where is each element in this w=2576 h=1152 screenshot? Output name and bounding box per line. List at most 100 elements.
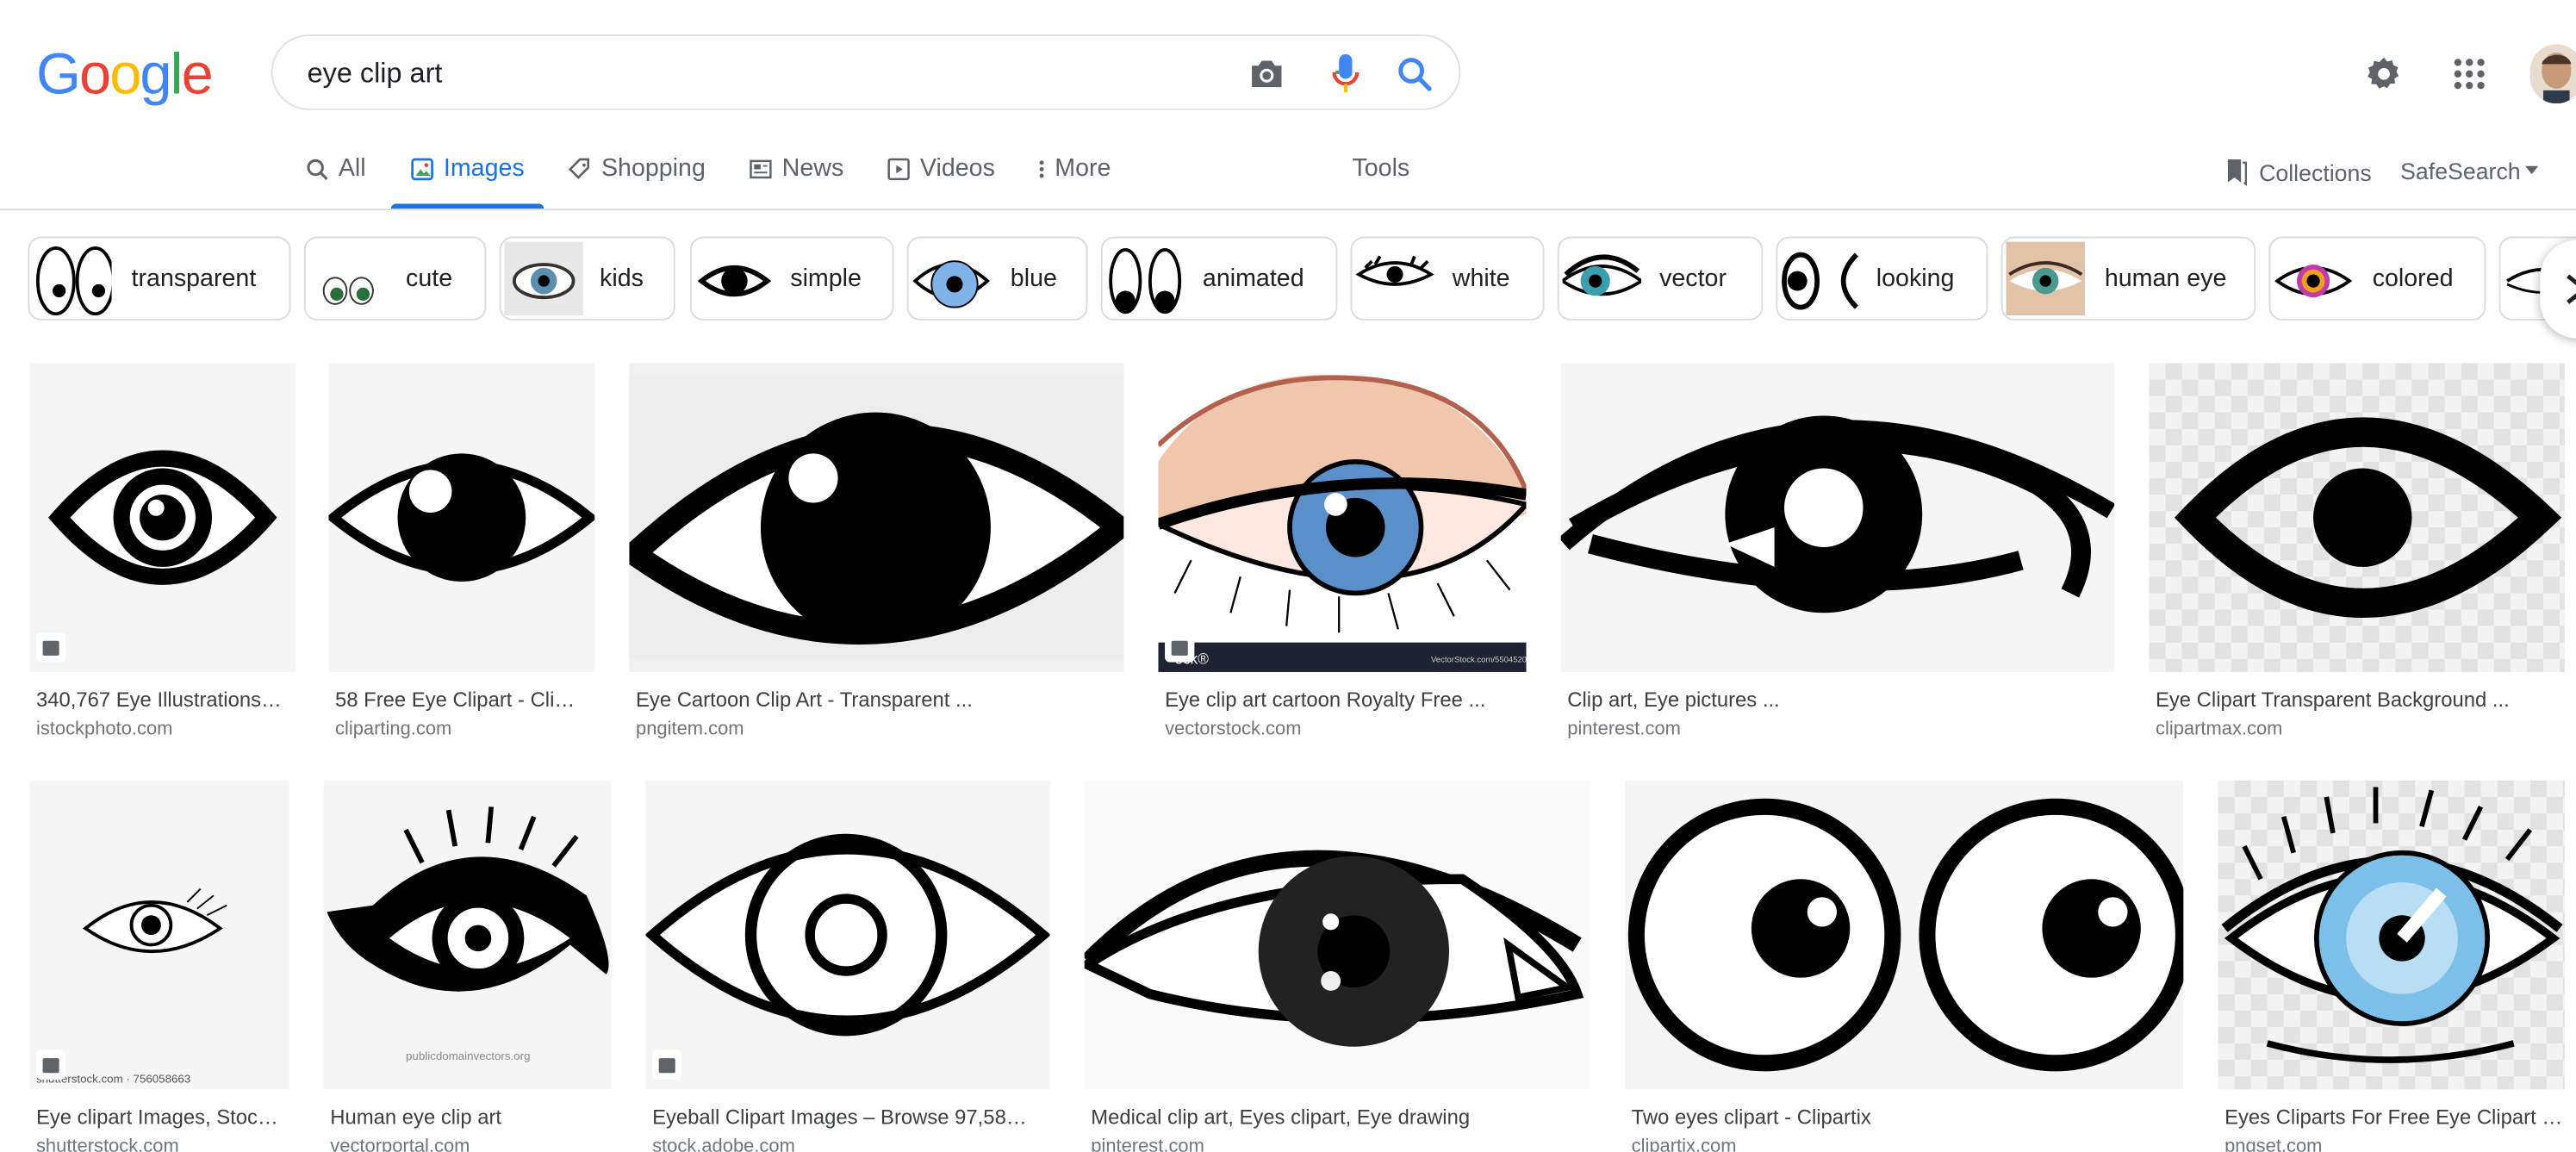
result-site[interactable]: pinterest.com — [1091, 1137, 1590, 1152]
result-title[interactable]: Eyes Cliparts For Free Eye Clipart … — [2224, 1105, 2563, 1129]
dropdown-arrow-icon — [2525, 165, 2539, 175]
chip-transparent[interactable]: transparent — [28, 236, 291, 321]
tab-more[interactable]: More — [1038, 154, 1111, 183]
chip-thumbnail — [1355, 241, 1434, 315]
result-title[interactable]: Human eye clip art — [330, 1105, 609, 1129]
chip-vector[interactable]: vector — [1557, 236, 1764, 321]
chip-label: white — [1452, 265, 1510, 293]
search-tabs: All Images Shopping News Videos More Too… — [0, 141, 2576, 207]
search-box[interactable]: eye clip art — [271, 34, 1461, 110]
result-title[interactable]: Eye Clipart Transparent Background ... — [2156, 688, 2563, 712]
collections-button[interactable]: Collections — [2223, 158, 2372, 186]
result-thumbnail[interactable] — [2149, 363, 2565, 672]
result-thumbnail[interactable]: shutterstock.com · 756058663 — [29, 780, 289, 1090]
result-title[interactable]: Eyeball Clipart Images – Browse 97,58… — [652, 1105, 1047, 1129]
header-divider — [0, 209, 2576, 211]
collections-label: Collections — [2259, 159, 2372, 185]
chevron-right-icon — [2567, 274, 2576, 304]
chip-label: cute — [406, 265, 453, 293]
tab-news[interactable]: News — [750, 154, 843, 183]
apps-grid-icon[interactable] — [2453, 58, 2486, 99]
chip-label: human eye — [2104, 265, 2227, 293]
result-site[interactable]: stock.adobe.com — [652, 1137, 1047, 1152]
chip-cute[interactable]: cute — [303, 236, 487, 321]
image-type-icon — [35, 1049, 66, 1080]
result-thumbnail[interactable] — [328, 363, 595, 672]
chip-blue[interactable]: blue — [906, 236, 1088, 321]
search-input[interactable]: eye clip art — [308, 58, 443, 90]
tab-videos[interactable]: Videos — [887, 154, 995, 183]
chip-simple[interactable]: simple — [689, 236, 894, 321]
chip-label: vector — [1659, 265, 1727, 293]
logo-letter: l — [170, 42, 184, 107]
tab-label: Videos — [919, 154, 995, 183]
chip-thumbnail — [2006, 241, 2085, 316]
result-site[interactable]: clipartmax.com — [2156, 719, 2563, 739]
chip-thumbnail — [309, 241, 389, 315]
tab-shopping[interactable]: Shopping — [568, 154, 706, 183]
result-thumbnail[interactable] — [1560, 363, 2115, 672]
result-thumbnail[interactable]: ock® VectorStock.com/5504520 — [1158, 363, 1527, 672]
chip-thumbnail — [33, 241, 112, 316]
chip-thumbnail — [912, 241, 991, 315]
result-title[interactable]: Clip art, Eye pictures ... — [1567, 688, 2109, 712]
result-thumbnail[interactable]: publicdomainvectors.org — [323, 780, 612, 1090]
tab-label: Shopping — [600, 154, 706, 183]
chip-kids[interactable]: kids — [499, 236, 675, 321]
image-icon — [411, 157, 433, 180]
result-site[interactable]: pngitem.com — [636, 719, 1112, 739]
result-site[interactable]: istockphoto.com — [36, 719, 292, 739]
tab-label: All — [338, 154, 366, 183]
settings-gear-icon[interactable] — [2364, 54, 2404, 102]
image-type-icon — [35, 632, 66, 663]
chip-thumbnail — [1781, 241, 1860, 315]
safesearch-button[interactable]: SafeSearch — [2400, 158, 2539, 184]
safesearch-label: SafeSearch — [2400, 158, 2521, 184]
result-thumbnail[interactable] — [29, 363, 296, 672]
result-title[interactable]: Eye clipart Images, Stoc… — [36, 1105, 283, 1129]
camera-icon[interactable] — [1246, 53, 1289, 96]
result-site[interactable]: shutterstock.com — [36, 1137, 283, 1152]
image-type-icon — [652, 1049, 682, 1080]
result-site[interactable]: clipartix.com — [1632, 1137, 2181, 1152]
chip-label: colored — [2372, 265, 2454, 293]
more-vert-icon — [1039, 159, 1044, 177]
tab-label: More — [1055, 154, 1111, 183]
chip-thumbnail — [504, 241, 583, 316]
search-icon[interactable] — [1393, 53, 1436, 96]
chip-white[interactable]: white — [1350, 236, 1545, 321]
chip-label: looking — [1876, 265, 1955, 293]
tab-all[interactable]: All — [306, 154, 366, 183]
google-logo[interactable]: Google — [35, 42, 214, 109]
chip-label: animated — [1202, 265, 1304, 293]
result-title[interactable]: Two eyes clipart - Clipartix — [1632, 1105, 2181, 1129]
microphone-icon[interactable] — [1324, 51, 1367, 97]
result-title[interactable]: 58 Free Eye Clipart - Clip… — [335, 688, 585, 712]
tools-button[interactable]: Tools — [1352, 154, 1409, 182]
chip-human-eye[interactable]: human eye — [2000, 236, 2256, 321]
result-thumbnail[interactable] — [1625, 780, 2184, 1090]
result-site[interactable]: vectorportal.com — [330, 1137, 609, 1152]
result-thumbnail[interactable] — [645, 780, 1050, 1090]
result-site[interactable]: pngset.com — [2224, 1137, 2563, 1152]
chip-animated[interactable]: animated — [1100, 236, 1338, 321]
chip-colored[interactable]: colored — [2268, 236, 2486, 321]
avatar[interactable] — [2529, 44, 2576, 104]
chip-looking[interactable]: looking — [1776, 236, 1988, 321]
tab-images[interactable]: Images — [411, 154, 525, 183]
chip-label: transparent — [131, 265, 257, 293]
result-thumbnail[interactable] — [1084, 780, 1590, 1090]
result-site[interactable]: vectorstock.com — [1165, 719, 1520, 739]
logo-letter: G — [35, 42, 81, 107]
result-thumbnail[interactable] — [2218, 780, 2565, 1090]
result-title[interactable]: 340,767 Eye Illustrations… — [36, 688, 292, 712]
result-title[interactable]: Medical clip art, Eyes clipart, Eye draw… — [1091, 1105, 1590, 1129]
tab-label: Images — [443, 154, 525, 183]
result-site[interactable]: pinterest.com — [1567, 719, 2109, 739]
result-site[interactable]: cliparting.com — [335, 719, 591, 739]
result-thumbnail[interactable] — [629, 363, 1124, 672]
image-type-icon — [1165, 632, 1195, 663]
play-icon — [887, 157, 910, 180]
result-title[interactable]: Eye Cartoon Clip Art - Transparent ... — [636, 688, 1119, 712]
result-title[interactable]: Eye clip art cartoon Royalty Free ... — [1165, 688, 1520, 712]
